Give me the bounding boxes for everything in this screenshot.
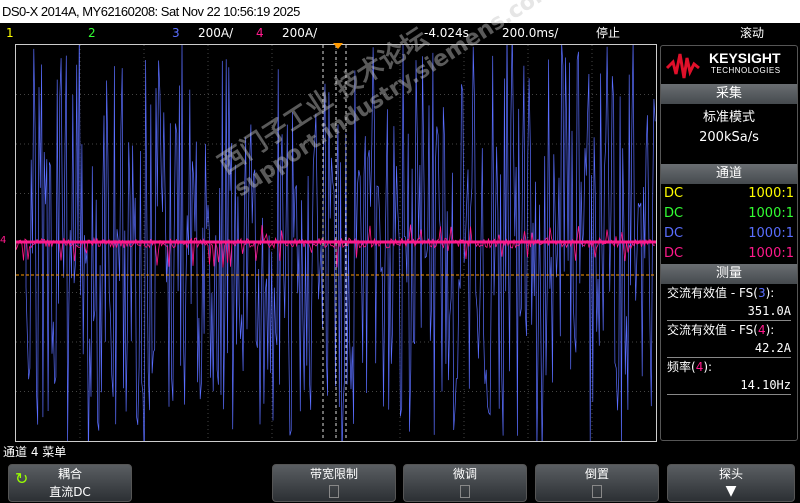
measure-header[interactable]: 测量 <box>661 264 797 284</box>
ch4-ground-marker[interactable]: 4 <box>0 235 6 246</box>
ch1-indicator[interactable]: 1 <box>6 23 14 43</box>
keysight-logo: KEYSIGHT TECHNOLOGIES <box>661 46 797 84</box>
waveform-display[interactable] <box>15 44 657 442</box>
ch2-indicator[interactable]: 2 <box>88 23 96 43</box>
time-offset: -4.024s <box>424 26 469 40</box>
ch3-scale: 200A/ <box>198 26 234 40</box>
softkey-fine[interactable]: 微调 <box>403 464 527 502</box>
measure-label-3: 频率(4): <box>667 360 713 374</box>
ch3-indicator[interactable]: 3 <box>172 23 180 43</box>
acq-mode: 标准模式 <box>702 110 755 125</box>
acquisition-header[interactable]: 采集 <box>661 84 797 104</box>
run-state: 停止 <box>596 26 621 40</box>
trigger-position-marker[interactable] <box>333 43 343 49</box>
checkbox <box>460 485 470 498</box>
channel-row-2: DC 1000:1 <box>664 206 794 221</box>
softkey-coupling[interactable]: ↻ 耦合 直流DC <box>8 464 132 502</box>
keysight-wave-icon <box>665 53 700 79</box>
acquire-mode: 滚动 <box>740 26 765 40</box>
softkey-bandwidth-limit[interactable]: 带宽限制 <box>272 464 396 502</box>
softkey-probe[interactable]: 探头 ▼ <box>667 464 795 502</box>
checkbox <box>329 485 339 498</box>
softkey-invert[interactable]: 倒置 <box>535 464 659 502</box>
waveform-svg <box>16 45 656 441</box>
rotate-knob-icon: ↻ <box>15 469 29 488</box>
side-panel: KEYSIGHT TECHNOLOGIES 采集 标准模式 200kSa/s 通道 … <box>660 45 798 441</box>
arrow-down-icon: ▼ <box>725 483 737 499</box>
ch4-scale: 200A/ <box>282 26 318 40</box>
checkbox <box>592 485 602 498</box>
window-title: DS0-X 2014A, MY62160208: Sat Nov 22 10:5… <box>0 0 800 23</box>
channel-row-3: DC 1000:1 <box>664 226 794 241</box>
measure-value-2: 42.2A <box>667 339 791 358</box>
menu-title: 通道 4 菜单 <box>3 445 67 459</box>
time-scale: 200.0ms/ <box>502 26 559 40</box>
measure-label-1: 交流有效值 - FS(3): <box>667 286 775 300</box>
status-bar: 1 2 3 200A/ 4 200A/ -4.024s 200.0ms/ 停止 … <box>0 23 800 43</box>
channel-row-1: DC 1000:1 <box>664 186 794 201</box>
measure-value-1: 351.0A <box>667 302 791 321</box>
sample-rate: 200kSa/s <box>699 130 759 145</box>
measure-value-3: 14.10Hz <box>667 376 791 395</box>
channels-header[interactable]: 通道 <box>661 164 797 184</box>
channel-row-4: DC 1000:1 <box>664 246 794 261</box>
measure-label-2: 交流有效值 - FS(4): <box>667 323 775 337</box>
ch4-indicator[interactable]: 4 <box>256 23 264 43</box>
